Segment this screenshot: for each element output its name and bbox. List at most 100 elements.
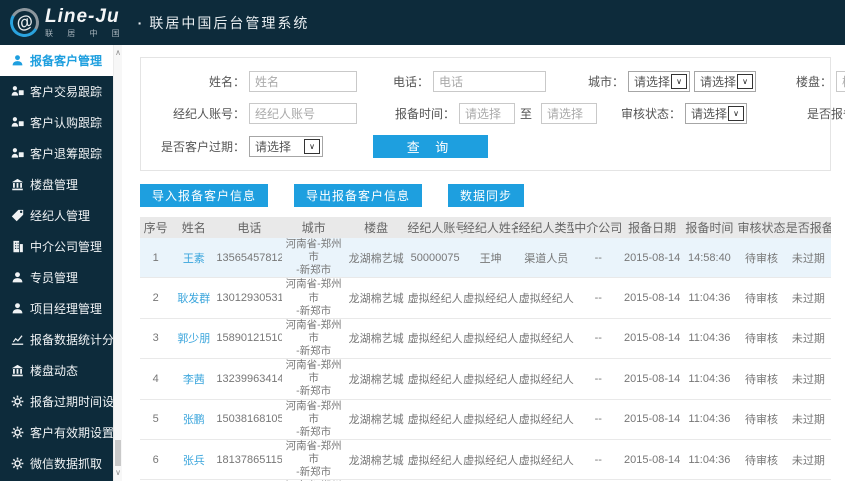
cell-report-time: 11:04:36 <box>681 439 738 481</box>
column-header: 是否报备过期 <box>785 217 831 238</box>
cell-agent-type: 虚拟经纪人 <box>518 318 574 360</box>
cell-report-date: 2015-08-14 <box>622 277 682 319</box>
cell-index: 6 <box>140 439 172 481</box>
customer-expired-select[interactable]: 请选择 ∨ <box>249 136 323 157</box>
table-row[interactable]: 5 张鹏 15038168105 河南省-郑州市 -新郑市 龙湖棉艺城 虚拟经纪… <box>140 399 831 440</box>
sidebar-item-4[interactable]: 楼盘管理 <box>0 169 113 200</box>
cell-report-date: 2015-08-14 <box>622 238 682 279</box>
sidebar-item-label: 专员管理 <box>30 271 79 285</box>
sidebar-item-9[interactable]: 报备数据统计分析 <box>0 324 126 355</box>
customer-name-link[interactable]: 张兵 <box>171 439 217 481</box>
cell-index: 1 <box>140 238 172 279</box>
customer-name-link[interactable]: 耿发群 <box>171 277 217 319</box>
track-icon <box>11 147 24 160</box>
query-button[interactable]: 查 询 <box>373 135 488 158</box>
sidebar-item-label: 项目经理管理 <box>30 302 103 316</box>
cell-agent-name: 王坤 <box>462 238 519 279</box>
building-input[interactable] <box>836 71 845 92</box>
name-input[interactable] <box>249 71 357 92</box>
table-row[interactable]: 2 耿发群 13012930531 河南省-郑州市 -新郑市 龙湖棉艺城 虚拟经… <box>140 277 831 319</box>
sidebar-item-3[interactable]: 客户退筹跟踪 <box>0 138 113 169</box>
user-icon <box>11 302 24 315</box>
user-icon <box>11 271 24 284</box>
logo: @ Line-Ju 联 居 中 国 <box>6 4 126 41</box>
sidebar-item-13[interactable]: 微信数据抓取 <box>0 448 113 479</box>
sidebar-item-0[interactable]: 报备客户管理 <box>0 45 113 76</box>
export-report-customers-button[interactable]: 导出报备客户信息 <box>294 184 423 207</box>
title-separator-dot: · <box>137 14 143 31</box>
cell-report-time: 11:04:36 <box>681 399 738 440</box>
table-row[interactable]: 4 李茜 13239963414 河南省-郑州市 -新郑市 龙湖棉艺城 虚拟经纪… <box>140 358 831 400</box>
cell-city: 河南省-郑州市 -新郑市 <box>282 318 345 360</box>
sidebar-item-7[interactable]: 专员管理 <box>0 262 113 293</box>
cell-agent-name: 虚拟经纪人 <box>462 277 519 319</box>
column-header: 审核状态 <box>737 217 786 238</box>
city-label: 城市： <box>587 75 624 89</box>
brand-name: Line-Ju <box>45 5 120 27</box>
cell-report-expired: 未过期 <box>785 277 831 319</box>
customer-name-link[interactable]: 王素 <box>171 238 217 279</box>
customer-table: 序号 姓名 电话 城市 楼盘 经纪人账号 经纪人姓名 经纪人类型 中介公司 报备日期 报备时间 审核状… <box>140 217 831 481</box>
sidebar-item-label: 中介公司管理 <box>30 240 103 254</box>
sidebar-item-10[interactable]: 楼盘动态 <box>0 355 113 386</box>
track-icon <box>11 85 24 98</box>
sidebar-scrollbar[interactable]: ∧ ∨ <box>113 45 122 481</box>
at-logo-icon: @ <box>6 4 43 41</box>
report-time-to-input[interactable] <box>541 103 598 124</box>
report-expired-label: 是否报备过期： <box>807 107 845 121</box>
audit-status-select[interactable]: 请选择 ∨ <box>685 103 748 124</box>
report-time-from-input[interactable] <box>459 103 515 124</box>
cell-agent-name: 虚拟经纪人 <box>462 439 519 481</box>
sidebar-item-2[interactable]: 客户认购跟踪 <box>0 107 113 138</box>
scroll-up-arrow[interactable]: ∧ <box>114 48 122 58</box>
cell-building: 龙湖棉艺城 <box>344 238 408 279</box>
sidebar-item-5[interactable]: 经纪人管理 <box>0 200 113 231</box>
agent-account-input[interactable] <box>249 103 357 124</box>
cell-city: 河南省-郑州市 -新郑市 <box>282 277 345 319</box>
customer-name-link[interactable]: 郭少朋 <box>171 318 217 360</box>
chevron-down-icon: ∨ <box>728 106 745 121</box>
column-header: 经纪人姓名 <box>462 217 519 238</box>
sidebar-item-1[interactable]: 客户交易跟踪 <box>0 76 113 107</box>
import-report-customers-button[interactable]: 导入报备客户信息 <box>140 184 269 207</box>
data-sync-button[interactable]: 数据同步 <box>448 184 525 207</box>
cell-agency: -- <box>573 238 623 279</box>
customer-name-link[interactable]: 李茜 <box>171 358 217 400</box>
sidebar-item-label: 客户有效期设置 <box>30 426 115 440</box>
cell-agent-type: 虚拟经纪人 <box>518 358 574 400</box>
cell-report-time: 11:04:36 <box>681 318 738 360</box>
cell-agent-account: 50000075 <box>407 238 463 279</box>
table-row[interactable]: 6 张兵 18137865115 河南省-郑州市 -新郑市 龙湖棉艺城 虚拟经纪… <box>140 439 831 481</box>
cell-audit-status: 待审核 <box>737 277 786 319</box>
gear-icon <box>11 457 24 470</box>
city-city-select[interactable]: 请选择 ∨ <box>694 71 756 92</box>
cell-agent-type: 渠道人员 <box>518 238 574 279</box>
city-province-select[interactable]: 请选择 ∨ <box>628 71 690 92</box>
cell-report-date: 2015-08-14 <box>622 318 682 360</box>
cell-agent-name: 虚拟经纪人 <box>462 318 519 360</box>
scroll-down-arrow[interactable]: ∨ <box>114 468 122 478</box>
cell-building: 龙湖棉艺城 <box>344 399 408 440</box>
cell-building: 龙湖棉艺城 <box>344 439 408 481</box>
sidebar-item-8[interactable]: 项目经理管理 <box>0 293 113 324</box>
sidebar-item-label: 客户认购跟踪 <box>30 116 103 130</box>
report-time-label: 报备时间： <box>394 107 455 121</box>
audit-status-label: 审核状态： <box>621 107 682 121</box>
sidebar-item-11[interactable]: 报备过期时间设置 <box>0 386 126 417</box>
sidebar-item-label: 楼盘动态 <box>30 364 79 378</box>
cell-agent-name: 虚拟经纪人 <box>462 358 519 400</box>
cell-phone: 15038168105 <box>216 399 283 440</box>
customer-name-link[interactable]: 张鹏 <box>171 399 217 440</box>
sidebar-item-label: 楼盘管理 <box>30 178 79 192</box>
phone-input[interactable] <box>433 71 546 92</box>
sidebar-item-label: 报备客户管理 <box>30 54 103 68</box>
scrollbar-thumb[interactable] <box>115 440 121 466</box>
sidebar-item-12[interactable]: 客户有效期设置 <box>0 417 115 448</box>
cell-audit-status: 待审核 <box>737 358 786 400</box>
gear-icon <box>11 426 24 439</box>
cell-phone: 13239963414 <box>216 358 283 400</box>
table-row[interactable]: 3 郭少朋 15890121510 河南省-郑州市 -新郑市 龙湖棉艺城 虚拟经… <box>140 318 831 360</box>
sidebar-item-6[interactable]: 中介公司管理 <box>0 231 113 262</box>
table-row[interactable]: 1 王素 13565457812 河南省-郑州市 -新郑市 龙湖棉艺城 5000… <box>140 238 831 279</box>
cell-agency: -- <box>573 399 623 440</box>
